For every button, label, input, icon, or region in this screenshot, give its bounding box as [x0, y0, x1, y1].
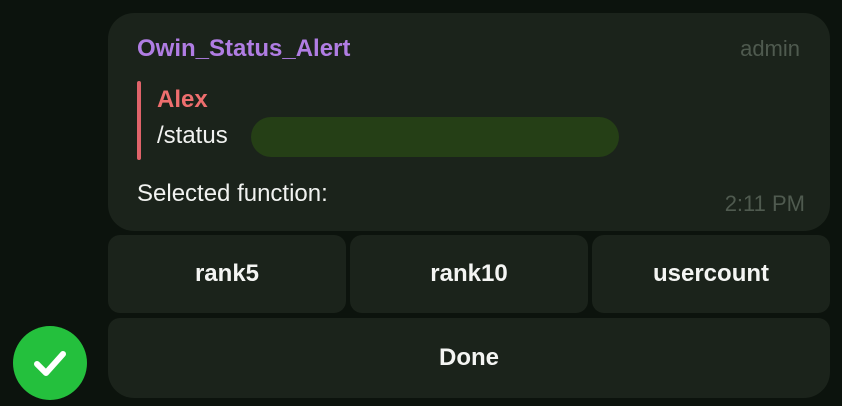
- sender-role-badge: admin: [740, 36, 800, 61]
- checkmark-icon: [34, 351, 66, 376]
- bot-avatar[interactable]: [13, 326, 87, 400]
- done-button[interactable]: Done: [108, 318, 830, 398]
- sender-name[interactable]: Owin_Status_Alert: [137, 35, 350, 63]
- chat-area: Owin_Status_Alert admin Alex /status Sel…: [0, 0, 842, 406]
- reply-quote[interactable]: Alex /status: [137, 81, 637, 160]
- reply-accent-bar: [137, 81, 141, 160]
- usercount-button[interactable]: usercount: [592, 235, 830, 313]
- message-text: Selected function:: [137, 180, 328, 207]
- reply-text: /status: [157, 122, 228, 149]
- message-timestamp: 2:11 PM: [724, 191, 805, 216]
- reply-author: Alex: [157, 86, 208, 113]
- rank10-button[interactable]: rank10: [350, 235, 588, 313]
- redacted-text-overlay: [251, 117, 619, 157]
- rank5-button[interactable]: rank5: [108, 235, 346, 313]
- message-bubble: Owin_Status_Alert admin Alex /status Sel…: [108, 13, 830, 231]
